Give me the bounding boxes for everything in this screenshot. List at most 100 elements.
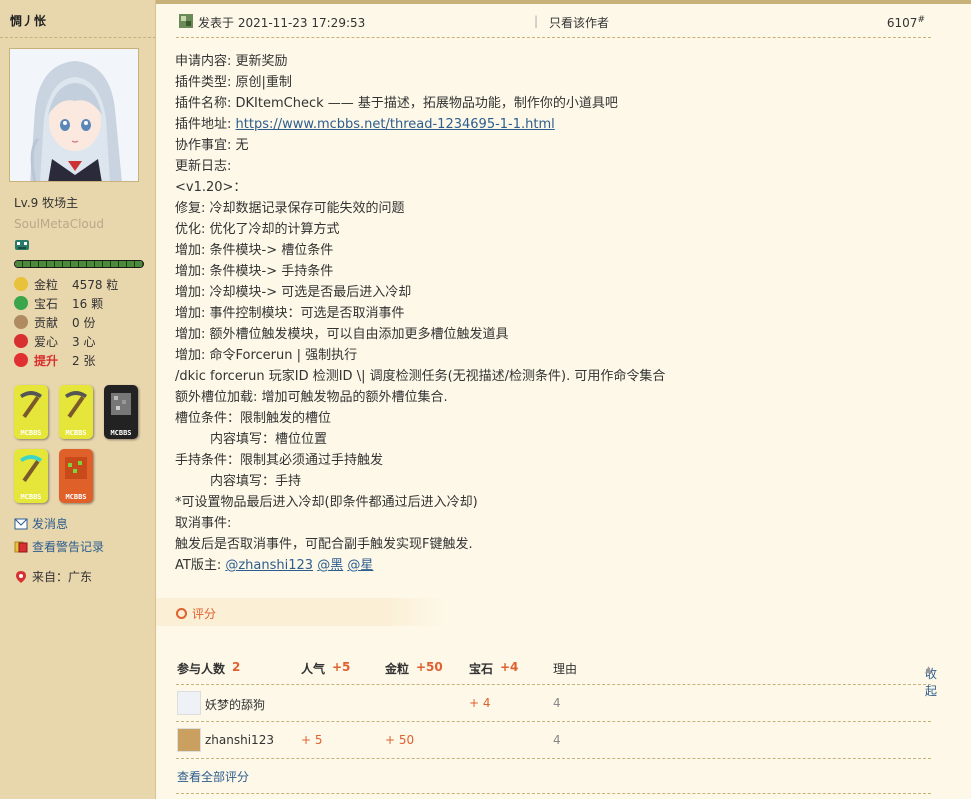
stat-row[interactable]: 提升 2 张 [14, 352, 95, 368]
post-line: 修复: 冷却数据记录保存可能失效的问题 [175, 198, 935, 219]
mention-link[interactable]: @星 [347, 558, 373, 573]
stat-icon [14, 277, 28, 291]
post-line-text: 插件名称: DKItemCheck —— 基于描述，拓展物品功能，制作你的小道具… [175, 96, 618, 111]
post-line: 增加: 条件模块-> 槽位条件 [175, 240, 935, 261]
post-line-text: 协作事宜: 无 [175, 138, 249, 153]
post-line: 槽位条件：限制触发的槽位 [175, 408, 935, 429]
view-warnings-label: 查看警告记录 [32, 540, 105, 554]
user-level[interactable]: Lv.9 牧场主 [14, 194, 78, 211]
stat-row[interactable]: 金粒 4578 粒 [14, 276, 118, 292]
rater-reason: 4 [553, 733, 561, 747]
rater-avatar[interactable] [177, 691, 201, 715]
badge-label: MCBBS [65, 429, 87, 437]
gold-total: +50 [416, 660, 443, 674]
post-line-text: 增加: 命令Forcerun | 强制执行 [175, 348, 358, 363]
view-warnings-link[interactable]: 查看警告记录 [14, 538, 104, 555]
medal-badge[interactable]: MCBBS [59, 449, 93, 503]
send-message-label: 发消息 [32, 517, 69, 531]
pickaxe-badge-icon [65, 391, 87, 418]
floor-mark: # [917, 15, 925, 25]
post-line: 插件地址: https://www.mcbbs.net/thread-12346… [175, 114, 935, 135]
mention-link[interactable]: @黑 [317, 558, 343, 573]
warning-card-icon [14, 541, 28, 552]
post-line: *可设置物品最后进入冷却(即条件都通过后进入冷却) [175, 492, 935, 513]
stat-label: 金粒 [34, 277, 59, 292]
online-status-icon [179, 14, 193, 28]
post-line: /dkic forcerun 玩家ID 检测ID \| 调度检测任务(无视描述/… [175, 366, 935, 387]
username[interactable]: 惆丿怅 [10, 12, 46, 29]
post-line: AT版主: @zhanshi123 @黑 @星 [175, 555, 935, 576]
gem-label: 宝石 [469, 662, 494, 676]
post-line-text: 增加: 事件控制模块：可选是否取消事件 [175, 306, 405, 321]
post-line: 插件类型: 原创|重制 [175, 72, 935, 93]
post-line-text: 增加: 冷却模块-> 可选是否最后进入冷却 [175, 285, 412, 300]
redstone-badge-icon [65, 457, 87, 479]
floor-number-value: 6107 [886, 16, 918, 30]
post-line: 优化: 优化了冷却的计算方式 [175, 219, 935, 240]
send-message-link[interactable]: 发消息 [14, 515, 68, 532]
rater-reason: 4 [553, 696, 561, 710]
stat-label: 贡献 [34, 315, 59, 330]
user-sidebar: 惆丿怅 Lv.9 牧场主 SoulMetaCloud 金粒 4578 粒宝石 16 [0, 0, 156, 799]
user-location-text: 来自：广东 [32, 570, 93, 584]
post-line-text: 额外槽位加载: 增加可触发物品的额外槽位集合. [175, 390, 448, 405]
medal-badge[interactable]: MCBBS [14, 449, 48, 503]
rater-avatar[interactable] [177, 728, 201, 752]
post-line-prefix: AT版主: [175, 558, 226, 573]
post-line: 内容填写：槽位位置 [175, 429, 935, 450]
rater-gold: + 50 [385, 733, 415, 747]
level-progress-bar [14, 260, 144, 268]
view-all-ratings-link[interactable]: 查看全部评分 [177, 768, 249, 785]
post-line: 申请内容: 更新奖励 [175, 51, 935, 72]
rater-name[interactable]: zhanshi123 [205, 733, 274, 747]
pickaxe-badge-icon [20, 391, 42, 418]
post-line-text: <v1.20>： [175, 180, 247, 195]
post-line: 触发后是否取消事件，可配合副手触发实现F键触发. [175, 534, 935, 555]
stat-row[interactable]: 宝石 16 颗 [14, 295, 103, 311]
plugin-url-link[interactable]: https://www.mcbbs.net/thread-1234695-1-1… [236, 117, 555, 132]
stat-row[interactable]: 爱心 3 心 [14, 333, 95, 349]
post-top-border [156, 0, 971, 4]
badge-label: MCBBS [20, 493, 42, 501]
rater-name[interactable]: 妖梦的舔狗 [205, 696, 265, 713]
reason-label: 理由 [553, 662, 578, 676]
post-header: 发表于 2021-11-23 17:29:53 | 只看该作者 6107# [176, 12, 931, 38]
rating-section-label: 评分 [156, 598, 446, 626]
post-line-text: 取消事件: [175, 516, 232, 531]
post-line-text: *可设置物品最后进入冷却(即条件都通过后进入冷却) [175, 495, 478, 510]
post-line-text: 插件类型: 原创|重制 [175, 75, 292, 90]
floor-number[interactable]: 6107# [887, 15, 925, 30]
rating-row: zhanshi123 + 5 + 50 4 [176, 722, 931, 759]
mention-link[interactable]: @zhanshi123 [225, 558, 313, 573]
post-line: 更新日志: [175, 156, 935, 177]
post-line-text: 增加: 额外槽位触发模块，可以自由添加更多槽位触发道具 [175, 327, 509, 342]
post-line: 增加: 额外槽位触发模块，可以自由添加更多槽位触发道具 [175, 324, 935, 345]
header-separator: | [534, 14, 539, 28]
envelope-icon [14, 518, 28, 529]
post-line: 增加: 命令Forcerun | 强制执行 [175, 345, 935, 366]
medal-badge[interactable]: MCBBS [59, 385, 93, 439]
post-line-text: 更新日志: [175, 159, 232, 174]
username-bar: 惆丿怅 [0, 0, 156, 38]
stat-icon [14, 334, 28, 348]
stat-icon [14, 315, 28, 329]
post-line-text: 内容填写：槽位位置 [210, 432, 328, 447]
only-author-link[interactable]: 只看该作者 [549, 14, 609, 31]
post-line-text: /dkic forcerun 玩家ID 检测ID \| 调度检测任务(无视描述/… [175, 369, 666, 384]
post-line-text: 优化: 优化了冷却的计算方式 [175, 222, 340, 237]
post-line-text: 增加: 条件模块-> 手持条件 [175, 264, 334, 279]
post-line: 内容填写：手持 [175, 471, 935, 492]
avatar[interactable] [9, 48, 139, 182]
gold-label: 金粒 [385, 662, 410, 676]
post-line-text: 触发后是否取消事件，可配合副手触发实现F键触发. [175, 537, 473, 552]
stat-value: 4578 粒 [72, 277, 119, 292]
post-timestamp: 发表于 2021-11-23 17:29:53 [198, 16, 366, 30]
rating-table: 参与人数 2 人气 +5 金粒 +50 宝石 +4 理由 收起 ▲ 妖梦的舔狗 +… [176, 655, 937, 759]
stat-label: 爱心 [34, 334, 59, 349]
post-line: 增加: 条件模块-> 手持条件 [175, 261, 935, 282]
medal-badge[interactable]: MCBBS [104, 385, 138, 439]
post-content: 申请内容: 更新奖励插件类型: 原创|重制插件名称: DKItemCheck —… [175, 51, 935, 576]
stat-row[interactable]: 贡献 0 份 [14, 314, 95, 330]
medal-badge[interactable]: MCBBS [14, 385, 48, 439]
post-line-text: 修复: 冷却数据记录保存可能失效的问题 [175, 201, 405, 216]
